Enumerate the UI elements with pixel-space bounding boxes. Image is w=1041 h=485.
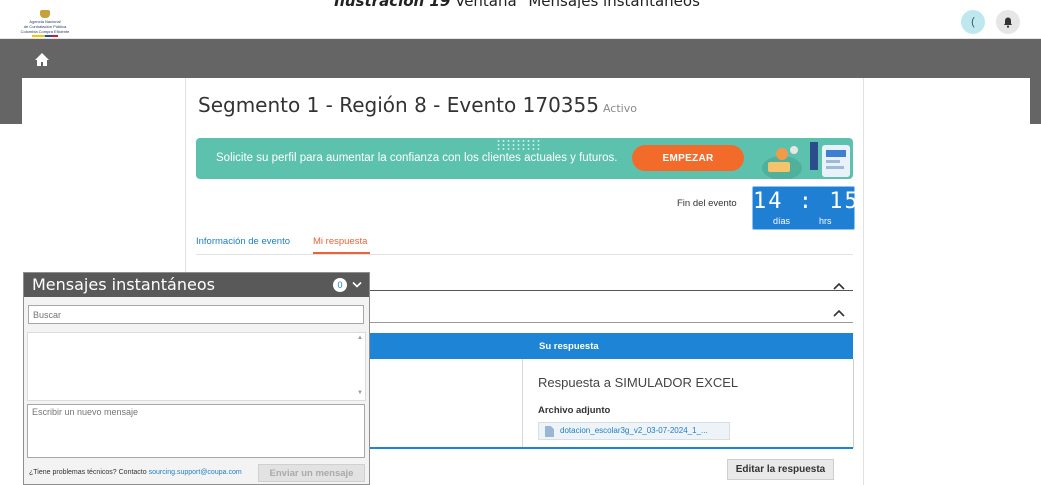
instant-messages-window: Mensajes instantáneos 0 ▲ ▼ ¿Tiene probl… (23, 272, 370, 485)
unread-count-badge: 0 (333, 278, 347, 292)
scroll-up-icon[interactable]: ▲ (357, 335, 363, 341)
notifications-button[interactable] (996, 10, 1020, 34)
coat-of-arms-icon (40, 10, 50, 18)
tab-my-response[interactable]: Mi respuesta (313, 236, 367, 247)
support-contact: ¿Tiene problemas técnicos? Contacto sour… (29, 469, 242, 476)
user-avatar-button[interactable]: ( (961, 10, 985, 34)
accordion-divider (365, 290, 853, 291)
file-icon (545, 426, 554, 437)
banner-illustration-icon (762, 142, 850, 179)
edit-response-button[interactable]: Editar la respuesta (727, 459, 834, 480)
agency-logo[interactable]: Agencia Nacional de Contratación Pública… (6, 10, 84, 37)
event-title: Segmento 1 - Región 8 - Evento 170355 Act… (198, 93, 637, 117)
navigation-bar (0, 39, 1041, 78)
profile-banner: Solicite su perfil para aumentar la conf… (196, 138, 853, 179)
chat-message-list[interactable]: ▲ ▼ (27, 332, 366, 401)
chevron-up-icon[interactable] (833, 309, 845, 317)
response-table-header (365, 333, 853, 359)
scroll-down-icon[interactable]: ▼ (357, 390, 363, 396)
support-email-link[interactable]: sourcing.support@coupa.com (149, 469, 242, 476)
home-icon[interactable] (34, 52, 50, 68)
countdown-days-label: días (773, 216, 791, 226)
countdown-digits: 14 : 15 (753, 189, 860, 214)
attachment-label: Archivo adjunto (538, 405, 611, 416)
attachment-file-link[interactable]: dotacion_escolar3g_v2_03-07-2024_1_... (538, 422, 730, 440)
tab-event-info[interactable]: Información de evento (196, 236, 290, 247)
chat-search-input[interactable] (28, 305, 364, 324)
chat-header[interactable]: Mensajes instantáneos 0 (24, 273, 369, 297)
banner-dots (496, 139, 540, 151)
bell-icon (1004, 17, 1012, 28)
active-tab-indicator (313, 252, 370, 254)
response-title: Respuesta a SIMULADOR EXCEL (538, 375, 739, 390)
accordion-divider (365, 322, 853, 323)
chevron-up-icon[interactable] (833, 282, 845, 290)
send-message-button[interactable]: Enviar un mensaje (258, 464, 365, 482)
chevron-down-icon[interactable] (352, 281, 362, 288)
start-button[interactable]: EMPEZAR (632, 145, 744, 171)
new-message-field[interactable] (27, 404, 365, 458)
event-status: Activo (602, 102, 637, 115)
top-bar: Agencia Nacional de Contratación Pública… (0, 8, 1041, 39)
event-end-label: Fin del evento (677, 198, 737, 209)
attachment-file-name: dotacion_escolar3g_v2_03-07-2024_1_... (560, 426, 708, 435)
response-header-label: Su respuesta (539, 341, 599, 352)
flag-stripe (32, 35, 58, 37)
chat-title: Mensajes instantáneos (32, 275, 215, 294)
countdown-timer: 14 : 15 días hrs (752, 186, 860, 230)
banner-text: Solicite su perfil para aumentar la conf… (216, 152, 618, 164)
countdown-hours-label: hrs (819, 216, 832, 226)
